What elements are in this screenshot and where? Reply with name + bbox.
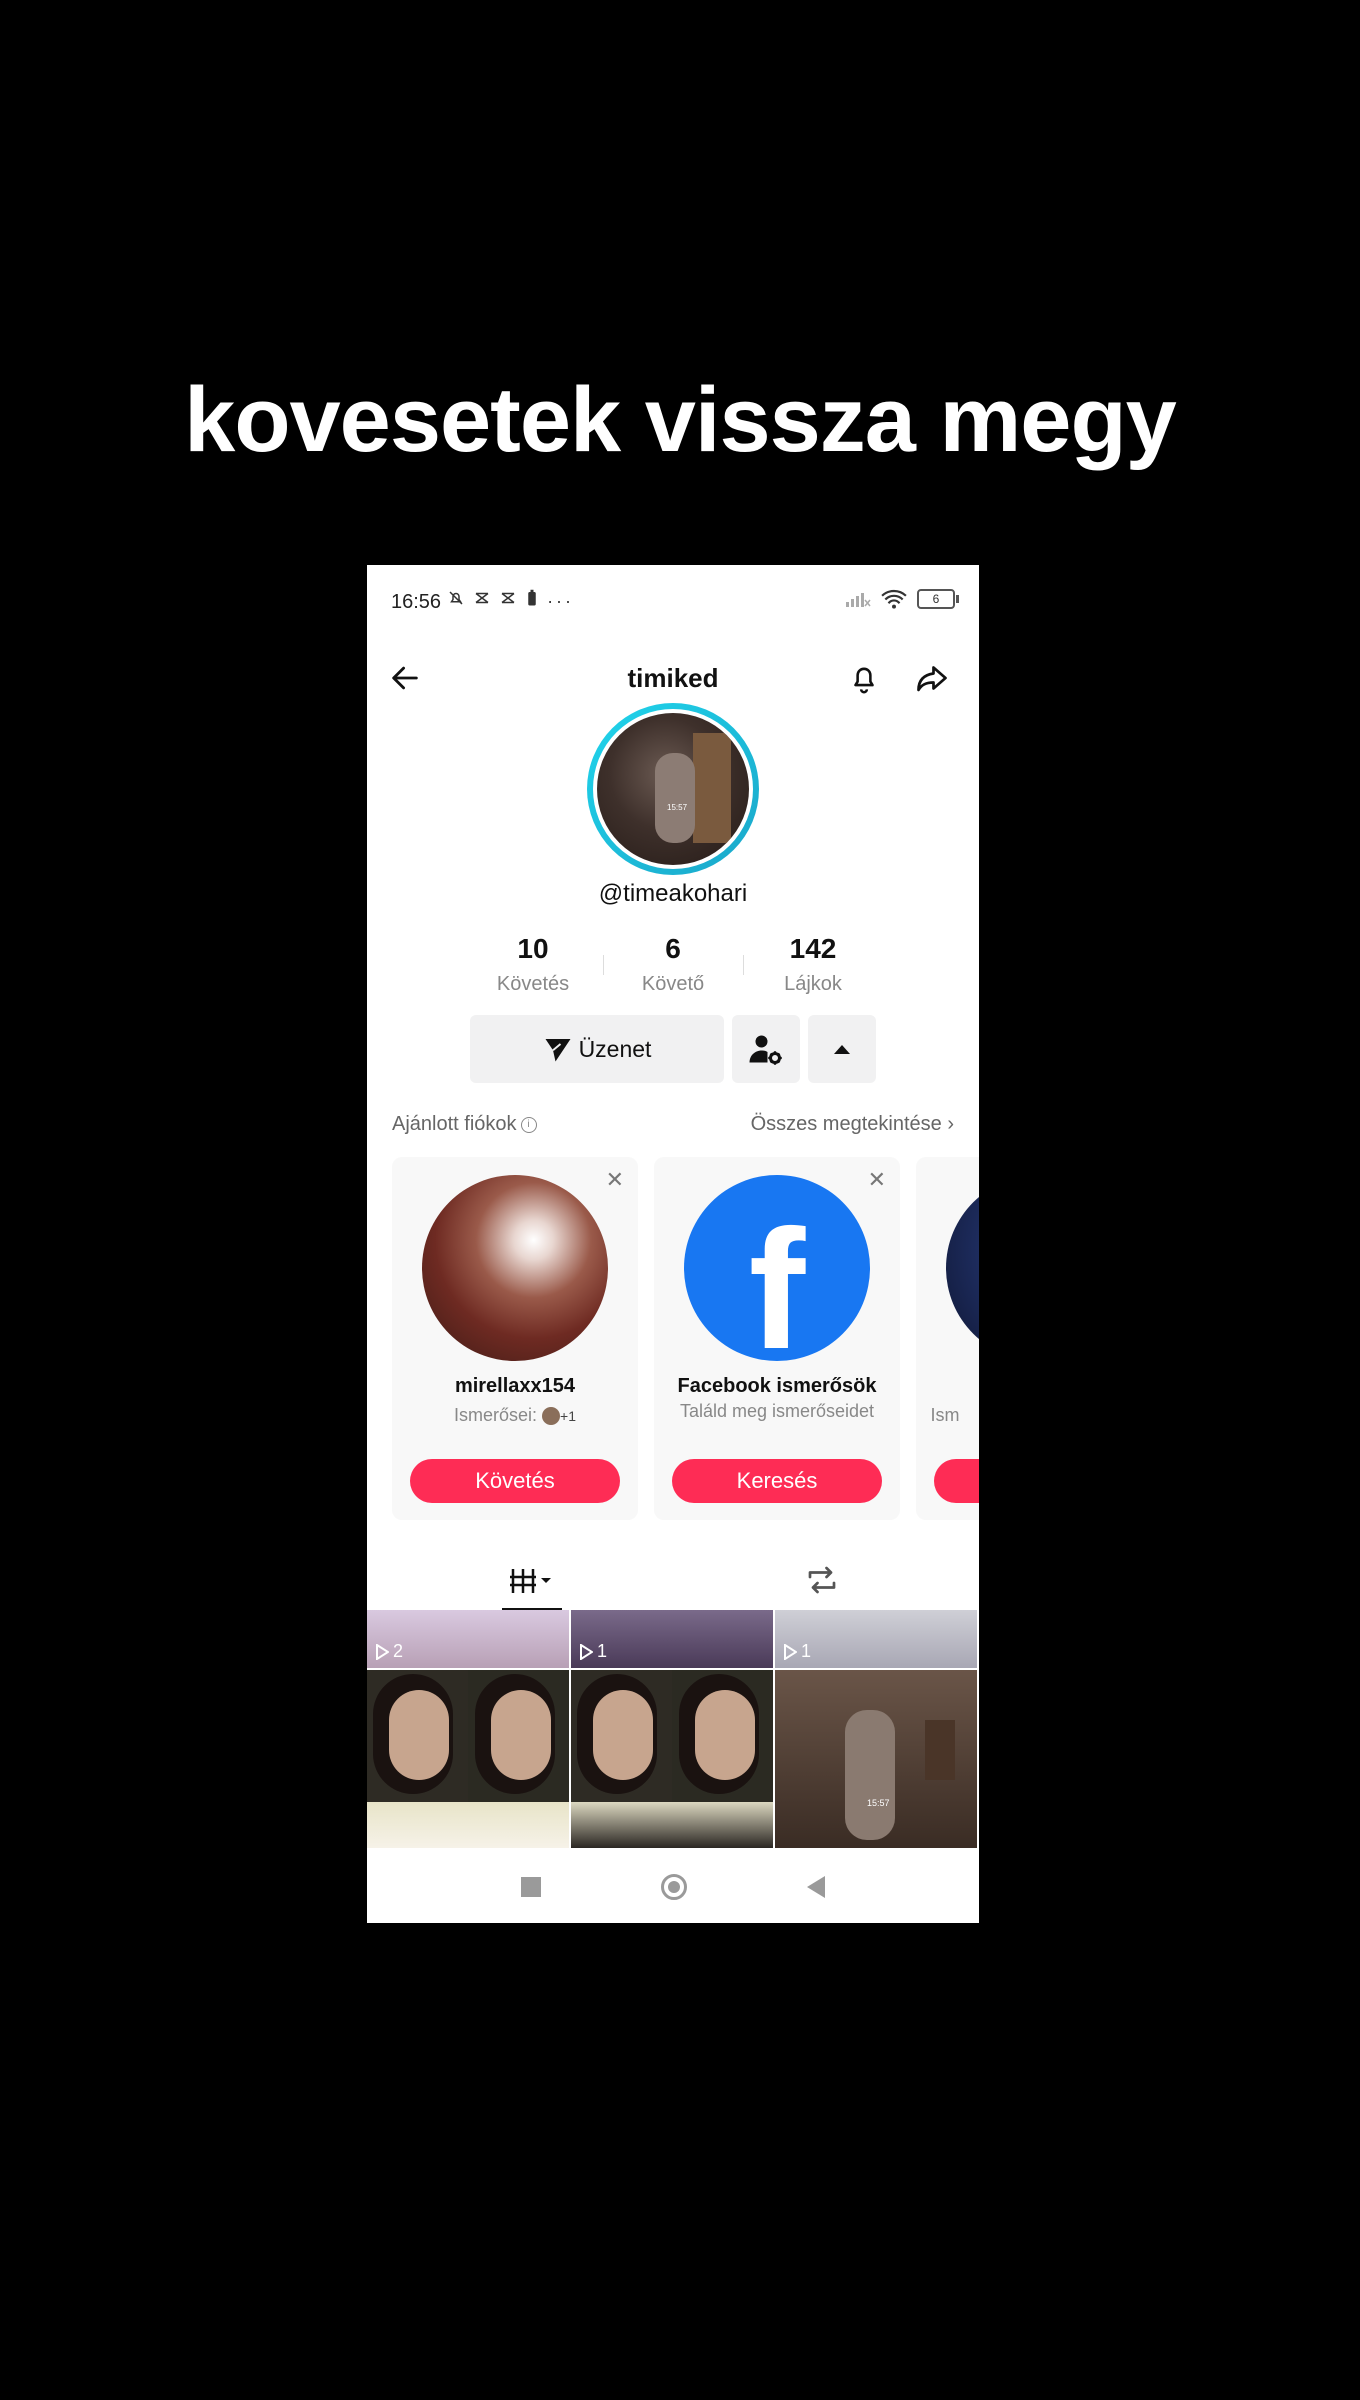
suggested-mutuals: Ismerősei: +1 (392, 1405, 638, 1426)
message-label: Üzenet (578, 1035, 652, 1062)
video-caption: kovesetek vissza megy (184, 369, 1177, 471)
stat-followers[interactable]: 6 Követő (603, 933, 743, 1013)
stat-following[interactable]: 10 Követés (463, 933, 603, 1013)
profile-stats: 10 Követés 6 Követő 142 Lájkok (463, 933, 883, 1013)
stat-value: 10 (517, 933, 549, 964)
video-timestamp: 15:57 (867, 1798, 890, 1808)
play-count-value: 1 (597, 1641, 608, 1661)
home-icon[interactable] (661, 1873, 687, 1900)
send-icon (545, 1039, 571, 1062)
see-all-label: Összes megtekintése (750, 1113, 942, 1135)
info-icon[interactable]: i (520, 1116, 537, 1133)
suggested-title: Ajánlott fiókok (392, 1113, 517, 1135)
stat-value: 6 (665, 933, 681, 964)
profile-avatar[interactable]: 15:57 (587, 703, 759, 875)
search-button[interactable]: Keresés (672, 1459, 882, 1503)
message-button[interactable]: Üzenet (470, 1015, 724, 1083)
status-bar: 16:56 ··· 6 (367, 565, 979, 635)
video-thumbnail[interactable] (367, 1670, 571, 1850)
mutuals-extra: +1 (560, 1408, 576, 1424)
capcut-icon-2 (501, 592, 515, 604)
collapse-suggestions-button[interactable] (808, 1015, 876, 1083)
stat-label: Követés (496, 973, 570, 995)
video-thumbnail[interactable] (571, 1670, 775, 1850)
battery-saver-icon (528, 589, 536, 606)
stat-value: 142 (789, 933, 837, 964)
video-thumbnail[interactable]: 2 (367, 1610, 571, 1670)
video-thumbnail[interactable]: 1 (571, 1610, 775, 1670)
phone-screen: 16:56 ··· 6 timiked 15:57 @timeakohari 1… (367, 565, 979, 1923)
profile-actions: Üzenet (470, 1015, 876, 1083)
suggested-avatar[interactable] (946, 1175, 979, 1361)
system-nav-bar (367, 1850, 979, 1923)
mute-bell-icon (449, 591, 463, 605)
repost-icon (808, 1566, 836, 1594)
suggested-card-partial[interactable]: Ism (916, 1157, 979, 1520)
play-icon (784, 1643, 797, 1660)
back-triangle-icon[interactable] (807, 1875, 825, 1898)
status-right: 6 (845, 589, 959, 609)
close-icon[interactable]: ✕ (606, 1167, 624, 1193)
avatar-timestamp: 15:57 (667, 803, 688, 812)
play-count-value: 1 (801, 1641, 812, 1661)
suggested-name: Facebook ismerősök (677, 1375, 877, 1397)
share-icon[interactable] (908, 654, 956, 702)
mutual-avatar (542, 1407, 561, 1426)
mutuals-label: Ismerősei: (453, 1405, 538, 1425)
play-count: 1 (783, 1641, 811, 1662)
chevron-right-icon: › (947, 1113, 954, 1135)
see-all-link[interactable]: Összes megtekintése › (751, 1113, 954, 1136)
signal-icon (846, 593, 871, 607)
suggested-name: mirellaxx154 (454, 1375, 576, 1397)
video-grid: 2 1 1 15:57 (367, 1610, 979, 1850)
stat-likes[interactable]: 142 Lájkok (743, 933, 883, 1013)
status-time: 16:56 (391, 591, 442, 613)
profile-handle: @timeakohari (598, 880, 748, 907)
tab-reposts[interactable] (792, 1550, 852, 1610)
caret-up-icon (834, 1045, 850, 1054)
close-icon[interactable]: ✕ (868, 1167, 886, 1193)
play-icon (580, 1643, 593, 1660)
suggested-card-facebook[interactable]: ✕ f Facebook ismerősök Találd meg ismerő… (654, 1157, 900, 1520)
recents-icon[interactable] (521, 1876, 541, 1897)
suggested-accounts-header: Ajánlott fiókok i Összes megtekintése › (392, 1113, 954, 1136)
profile-tabs (367, 1550, 979, 1611)
stat-label: Követő (641, 973, 705, 995)
follow-button[interactable] (934, 1459, 979, 1503)
tab-videos[interactable] (502, 1550, 562, 1610)
bell-icon[interactable] (840, 654, 888, 702)
suggested-accounts-carousel[interactable]: ✕ mirellaxx154 Ismerősei: +1 Követés ✕ f… (392, 1157, 979, 1522)
avatar-photo: 15:57 (597, 713, 749, 865)
stat-label: Lájkok (784, 973, 842, 995)
follow-button[interactable]: Követés (410, 1459, 620, 1503)
notification-icons: ··· (447, 589, 574, 612)
battery-icon: 6 (917, 589, 959, 609)
video-grid-icon (510, 1569, 551, 1593)
user-gear-icon (749, 1035, 782, 1065)
more-notifications-icon: ··· (547, 591, 575, 611)
video-thumbnail[interactable]: 1 (775, 1610, 979, 1670)
suggested-avatar[interactable] (422, 1175, 608, 1361)
capcut-icon (475, 592, 489, 604)
facebook-logo-icon[interactable]: f (684, 1175, 870, 1361)
wifi-icon (881, 589, 907, 609)
video-thumbnail[interactable]: 15:57 (775, 1670, 979, 1850)
play-count: 2 (375, 1641, 403, 1662)
suggested-card[interactable]: ✕ mirellaxx154 Ismerősei: +1 Követés (392, 1157, 638, 1520)
play-count: 1 (579, 1641, 607, 1662)
play-count-value: 2 (393, 1641, 404, 1661)
follow-settings-button[interactable] (732, 1015, 800, 1083)
play-icon (376, 1643, 389, 1660)
suggested-subtitle: Ism (930, 1405, 960, 1425)
